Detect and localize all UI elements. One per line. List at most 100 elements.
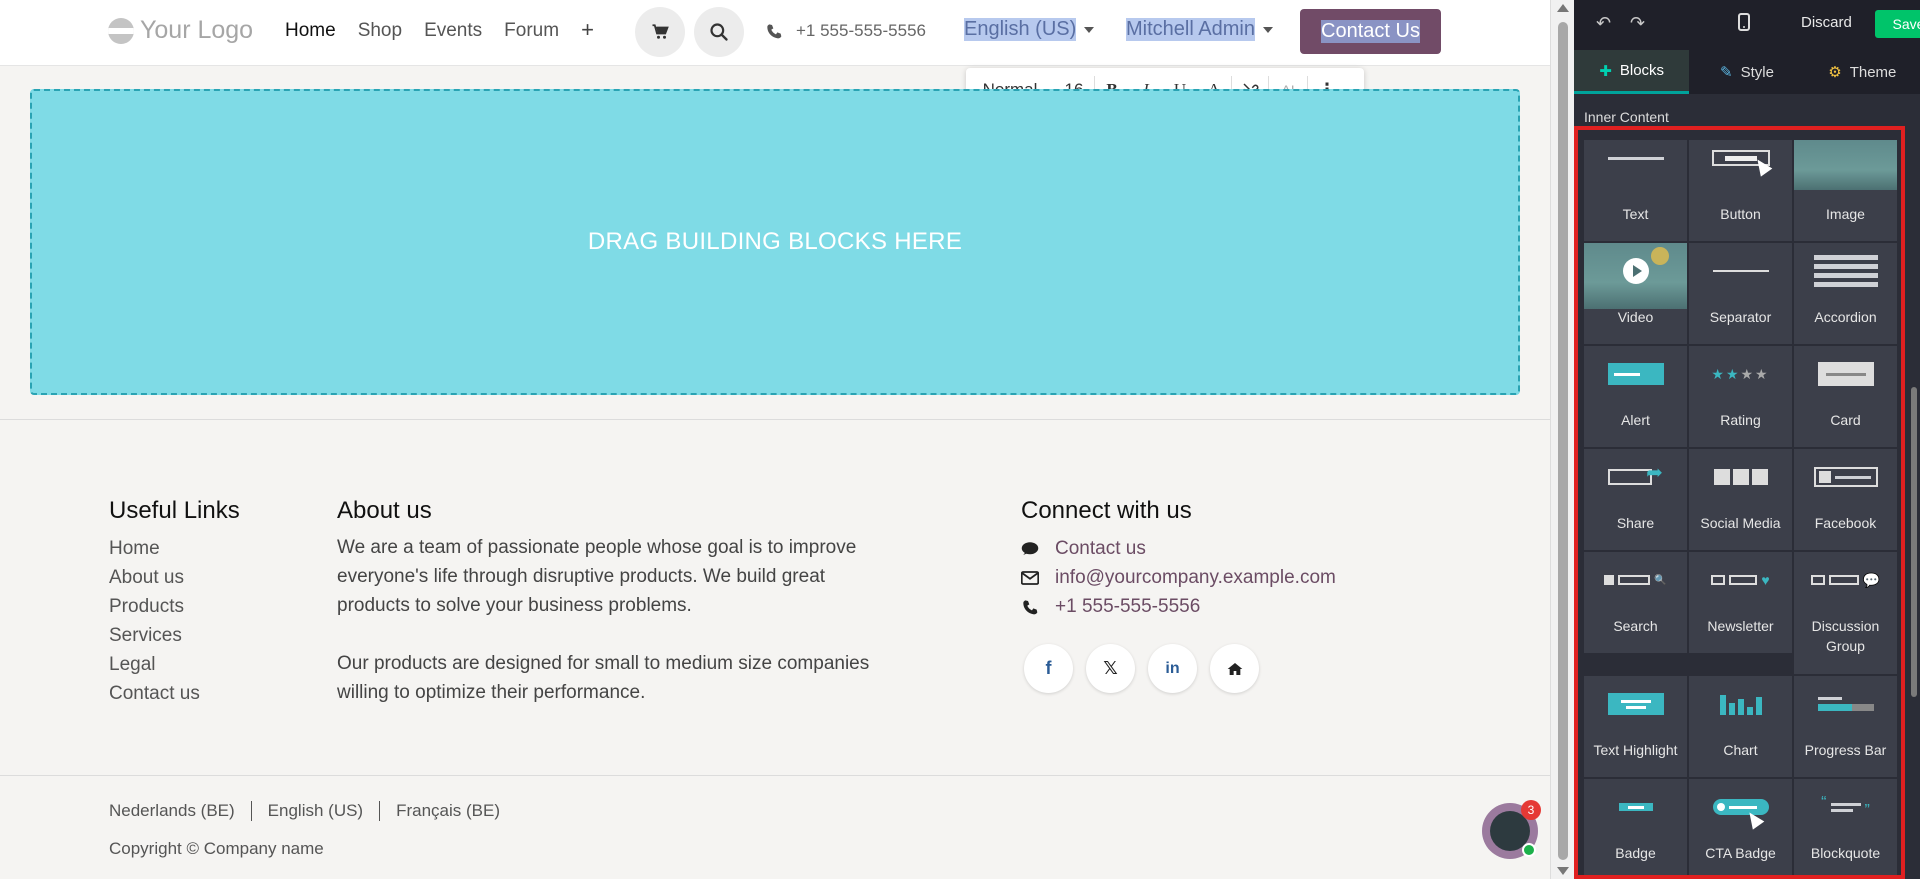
connect-phone-label: +1 555-555-5556 bbox=[1055, 596, 1201, 617]
block-separator[interactable]: Separator bbox=[1689, 243, 1792, 344]
nav-forum[interactable]: Forum bbox=[504, 20, 559, 42]
add-menu-item-icon[interactable]: + bbox=[581, 19, 594, 42]
lang-en[interactable]: English (US) bbox=[268, 801, 363, 821]
redo-icon[interactable]: ↷ bbox=[1630, 13, 1645, 34]
chevron-down-icon bbox=[1084, 26, 1095, 33]
tab-blocks-label: Blocks bbox=[1619, 62, 1665, 79]
block-label: Video bbox=[1617, 309, 1654, 325]
block-badge[interactable]: Badge bbox=[1584, 779, 1687, 879]
divider bbox=[250, 801, 252, 821]
useful-links-title: Useful Links bbox=[109, 497, 240, 524]
block-social-media[interactable]: Social Media bbox=[1689, 449, 1792, 550]
phone-icon bbox=[1023, 599, 1038, 614]
block-text[interactable]: Text bbox=[1584, 140, 1687, 241]
block-alert[interactable]: Alert bbox=[1584, 346, 1687, 447]
search-icon bbox=[710, 23, 728, 41]
social-media-block-icon bbox=[1689, 449, 1792, 505]
alert-block-icon bbox=[1584, 346, 1687, 402]
connect-contact-label: Contact us bbox=[1055, 538, 1146, 559]
newsletter-block-icon: ♥ bbox=[1689, 552, 1792, 608]
block-text-highlight[interactable]: Text Highlight bbox=[1584, 676, 1687, 777]
lang-nl[interactable]: Nederlands (BE) bbox=[109, 801, 235, 821]
tab-theme-label: Theme bbox=[1849, 63, 1897, 81]
chart-block-icon bbox=[1689, 676, 1792, 732]
block-button[interactable]: Button bbox=[1689, 140, 1792, 241]
block-image[interactable]: Image bbox=[1794, 140, 1897, 241]
block-label: Search bbox=[1613, 618, 1658, 634]
discard-button[interactable]: Discard bbox=[1801, 14, 1852, 31]
connect-contact[interactable]: Contact us bbox=[1021, 534, 1336, 563]
block-discussion-group[interactable]: 💬 Discussion Group bbox=[1794, 552, 1897, 674]
block-rating[interactable]: ★★★★ Rating bbox=[1689, 346, 1792, 447]
footer-link-contact[interactable]: Contact us bbox=[109, 679, 200, 708]
cart-button[interactable] bbox=[635, 7, 685, 57]
home-icon[interactable] bbox=[1210, 644, 1259, 693]
scroll-down-icon[interactable] bbox=[1557, 867, 1569, 875]
footer-link-home[interactable]: Home bbox=[109, 534, 200, 563]
block-label: Newsletter bbox=[1707, 618, 1774, 634]
comment-icon bbox=[1021, 541, 1039, 555]
drop-zone[interactable]: DRAG BUILDING BLOCKS HERE bbox=[30, 89, 1520, 395]
footer-link-legal[interactable]: Legal bbox=[109, 650, 200, 679]
save-button[interactable]: Save bbox=[1875, 10, 1920, 38]
tab-theme[interactable]: ⚙ Theme bbox=[1805, 50, 1920, 94]
mobile-preview-icon[interactable] bbox=[1738, 13, 1750, 36]
website-editor-panel: ↶ ↷ Discard Save ✚ Blocks ✎ Style ⚙ Them… bbox=[1574, 0, 1920, 879]
linkedin-icon[interactable]: in bbox=[1148, 644, 1197, 693]
contact-us-button[interactable]: Contact Us bbox=[1300, 9, 1441, 54]
block-video[interactable]: Video bbox=[1584, 243, 1687, 344]
nav-shop[interactable]: Shop bbox=[358, 20, 402, 42]
site-scrollbar[interactable] bbox=[1550, 0, 1574, 879]
rating-block-icon: ★★★★ bbox=[1711, 365, 1770, 382]
block-chart[interactable]: Chart bbox=[1689, 676, 1792, 777]
block-label: Progress Bar bbox=[1804, 742, 1887, 758]
drop-zone-text: DRAG BUILDING BLOCKS HERE bbox=[587, 228, 963, 255]
phone-icon bbox=[767, 24, 782, 39]
scrollbar-thumb[interactable] bbox=[1911, 387, 1917, 697]
block-search[interactable]: 🔍 Search bbox=[1584, 552, 1687, 653]
editor-tabs: ✚ Blocks ✎ Style ⚙ Theme bbox=[1574, 50, 1920, 94]
block-label: Image bbox=[1826, 206, 1865, 222]
nav-home[interactable]: Home bbox=[285, 20, 336, 42]
gear-icon: ⚙ bbox=[1828, 64, 1842, 81]
connect-list: Contact us info@yourcompany.example.com … bbox=[1021, 534, 1336, 621]
user-menu[interactable]: Mitchell Admin bbox=[1126, 18, 1273, 41]
block-progress-bar[interactable]: Progress Bar bbox=[1794, 676, 1897, 777]
about-us-text: We are a team of passionate people whose… bbox=[337, 533, 877, 707]
nav-phone-text: +1 555-555-5556 bbox=[796, 21, 926, 40]
footer-bottom-divider bbox=[0, 775, 1550, 776]
panel-scrollbar[interactable] bbox=[1908, 97, 1920, 879]
block-share[interactable]: ➦ Share bbox=[1584, 449, 1687, 550]
connect-email[interactable]: info@yourcompany.example.com bbox=[1021, 563, 1336, 592]
site-logo[interactable]: Your Logo bbox=[108, 16, 253, 45]
footer-divider bbox=[0, 419, 1550, 420]
card-block-icon bbox=[1794, 346, 1897, 402]
block-card[interactable]: Card bbox=[1794, 346, 1897, 447]
footer-link-about[interactable]: About us bbox=[109, 563, 200, 592]
nav-events[interactable]: Events bbox=[424, 20, 482, 42]
block-label: Discussion Group bbox=[1811, 618, 1880, 654]
footer-link-products[interactable]: Products bbox=[109, 592, 200, 621]
envelope-icon bbox=[1021, 570, 1039, 585]
connect-phone[interactable]: +1 555-555-5556 bbox=[1021, 592, 1336, 621]
facebook-icon[interactable]: f bbox=[1024, 644, 1073, 693]
x-twitter-icon[interactable]: 𝕏 bbox=[1086, 644, 1135, 693]
nav-phone[interactable]: +1 555-555-5556 bbox=[766, 21, 926, 41]
undo-icon[interactable]: ↶ bbox=[1596, 13, 1611, 34]
block-accordion[interactable]: Accordion bbox=[1794, 243, 1897, 344]
block-cta-badge[interactable]: CTA Badge bbox=[1689, 779, 1792, 879]
image-block-icon bbox=[1794, 140, 1897, 196]
lang-fr[interactable]: Français (BE) bbox=[396, 801, 500, 821]
footer-link-services[interactable]: Services bbox=[109, 621, 200, 650]
block-blockquote[interactable]: “” Blockquote bbox=[1794, 779, 1897, 879]
block-label: Alert bbox=[1621, 412, 1650, 428]
block-newsletter[interactable]: ♥ Newsletter bbox=[1689, 552, 1792, 653]
search-button[interactable] bbox=[694, 7, 744, 57]
tab-style[interactable]: ✎ Style bbox=[1689, 50, 1804, 94]
block-facebook[interactable]: Facebook bbox=[1794, 449, 1897, 550]
language-selector[interactable]: English (US) bbox=[964, 18, 1095, 41]
tab-blocks[interactable]: ✚ Blocks bbox=[1574, 50, 1690, 94]
scroll-up-icon[interactable] bbox=[1557, 4, 1569, 12]
scrollbar-thumb[interactable] bbox=[1558, 22, 1568, 860]
separator-block-icon bbox=[1689, 243, 1792, 299]
